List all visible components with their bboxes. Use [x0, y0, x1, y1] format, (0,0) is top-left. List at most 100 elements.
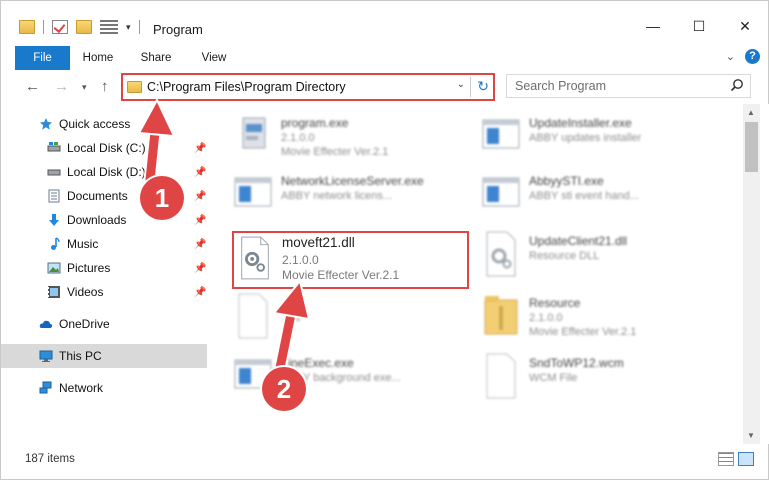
pin-icon[interactable]: 📌 [194, 287, 206, 298]
view-toggle [718, 452, 754, 466]
sidebar-item-label: Music [67, 237, 99, 251]
sidebar-item-label: Local Disk (D:) [67, 165, 146, 179]
download-icon [49, 214, 59, 226]
sidebar-item-videos[interactable]: Videos 📌 [1, 280, 208, 304]
status-bar: 187 items [0, 444, 769, 480]
address-row: ← → ▾ ↑ C:\Program Files\Program Directo… [0, 70, 769, 104]
forward-arrow-icon[interactable]: → [54, 78, 69, 95]
sidebar-item-label: Pictures [67, 261, 111, 275]
pin-icon[interactable]: 📌 [194, 263, 206, 274]
file-name: moveft21.dll [282, 235, 355, 250]
file-description: ABBY sti event hand... [529, 190, 639, 202]
sidebar-item-quick-access[interactable]: Quick access [1, 112, 208, 136]
maximize-button[interactable]: ☐ [676, 11, 722, 41]
details-view-icon[interactable] [718, 452, 734, 466]
properties-list-icon[interactable] [100, 20, 118, 34]
file-description: Movie Effecter Ver.2.1 [282, 268, 400, 282]
drive-icon [47, 169, 61, 176]
file-name: Resource [529, 296, 581, 310]
file-item[interactable]: UpdateClient21.dll Resource DLL [481, 230, 721, 288]
highlighted-file-item[interactable]: moveft21.dll 2.1.0.0 Movie Effecter Ver.… [232, 231, 469, 289]
documents-icon [48, 189, 60, 203]
file-item[interactable]: AbbyySTI.exe ABBY sti event hand... [481, 170, 721, 228]
scroll-down-arrow-icon[interactable]: ▼ [747, 431, 755, 440]
up-arrow-icon[interactable]: ↑ [101, 78, 109, 95]
sidebar-item-label: Quick access [59, 117, 131, 131]
search-icon[interactable] [730, 78, 744, 92]
sidebar-item-label: Local Disk (C:) [67, 141, 146, 155]
network-icon [39, 381, 52, 394]
pin-icon[interactable]: 📌 [194, 239, 206, 250]
sidebar-item-local-disk-c[interactable]: Local Disk (C:) 📌 [1, 136, 208, 160]
address-path[interactable]: C:\Program Files\Program Directory [147, 80, 346, 94]
tab-home[interactable]: Home [75, 46, 121, 70]
file-name: ...k [281, 296, 298, 310]
large-icons-view-icon[interactable] [738, 452, 754, 466]
file-description: ABBY network licens... [281, 190, 393, 202]
pin-icon[interactable]: 📌 [194, 191, 206, 202]
pictures-icon [47, 262, 61, 274]
window-controls: — ☐ ✕ [630, 11, 768, 41]
quick-access-toolbar: ▾ [19, 20, 140, 34]
folder-icon[interactable] [19, 20, 35, 34]
folder-icon [127, 81, 142, 93]
sidebar-item-local-disk-d[interactable]: Local Disk (D:) 📌 [1, 160, 208, 184]
file-name: NetworkLicenseServer.exe [281, 174, 424, 188]
sidebar-item-onedrive[interactable]: OneDrive [1, 312, 208, 336]
file-item[interactable]: UpdateInstaller.exe ABBY updates install… [481, 112, 721, 170]
properties-check-icon[interactable] [52, 20, 68, 34]
file-item[interactable]: ...k ...ile [233, 292, 473, 350]
customize-toolbar-arrow-icon[interactable]: ▾ [126, 22, 131, 33]
sidebar-item-this-pc[interactable]: This PC [1, 344, 208, 368]
file-description: Resource DLL [529, 250, 600, 262]
minimize-button[interactable]: — [630, 11, 676, 41]
toolbar-separator [43, 20, 44, 34]
file-item[interactable]: SndToWP12.wcm WCM File [481, 352, 721, 410]
videos-icon [48, 286, 60, 298]
blank-file-icon [238, 293, 268, 339]
search-placeholder: Search Program [515, 79, 607, 93]
tab-share[interactable]: Share [133, 46, 179, 70]
help-icon[interactable]: ? [745, 49, 760, 64]
file-version: 2.1.0.0 [529, 312, 563, 324]
address-divider [470, 77, 471, 97]
sidebar-item-network[interactable]: Network [1, 376, 208, 400]
file-name: program.exe [281, 116, 349, 130]
refresh-icon[interactable]: ↻ [477, 78, 489, 95]
tab-file[interactable]: File [15, 46, 70, 70]
folder-zip-icon [484, 296, 518, 335]
new-folder-icon[interactable] [76, 20, 92, 34]
pin-icon[interactable]: 📌 [194, 215, 206, 226]
music-icon [51, 237, 60, 250]
tab-view[interactable]: View [191, 46, 237, 70]
window-title: Program [153, 22, 203, 37]
expand-ribbon-chevron-icon[interactable]: ⌄ [726, 50, 735, 63]
scroll-up-arrow-icon[interactable]: ▲ [747, 108, 755, 117]
address-dropdown-icon[interactable]: ⌄ [457, 79, 465, 90]
close-button[interactable]: ✕ [722, 11, 768, 41]
dll-gear-icon [486, 231, 516, 277]
file-description: Movie Effecter Ver.2.1 [281, 146, 389, 158]
cloud-icon [39, 320, 53, 328]
star-icon [40, 118, 52, 130]
file-item[interactable]: NetworkLicenseServer.exe ABBY network li… [233, 170, 473, 228]
vertical-scrollbar[interactable]: ▲ ▼ [743, 104, 760, 444]
pin-icon[interactable]: 📌 [194, 143, 206, 154]
file-name: UpdateClient21.dll [529, 234, 628, 248]
sidebar-item-pictures[interactable]: Pictures 📌 [1, 256, 208, 280]
file-item[interactable]: Resource 2.1.0.0 Movie Effecter Ver.2.1 [481, 292, 721, 350]
recent-locations-chevron-icon[interactable]: ▾ [82, 82, 87, 93]
search-input[interactable]: Search Program [506, 74, 751, 98]
drive-icon [47, 142, 61, 152]
sidebar-item-label: Downloads [67, 213, 127, 227]
title-bar: ▾ Program — ☐ ✕ [0, 0, 769, 44]
file-item[interactable]: program.exe 2.1.0.0 Movie Effecter Ver.2… [233, 112, 473, 170]
dll-gear-icon [241, 236, 269, 280]
pin-icon[interactable]: 📌 [194, 167, 206, 178]
scroll-thumb[interactable] [745, 122, 758, 172]
sidebar-item-music[interactable]: Music 📌 [1, 232, 208, 256]
address-bar[interactable]: C:\Program Files\Program Directory ⌄ ↻ [121, 73, 495, 101]
back-arrow-icon[interactable]: ← [25, 78, 40, 95]
file-name: UpdateInstaller.exe [529, 116, 632, 130]
file-description: ...ile [281, 312, 302, 324]
